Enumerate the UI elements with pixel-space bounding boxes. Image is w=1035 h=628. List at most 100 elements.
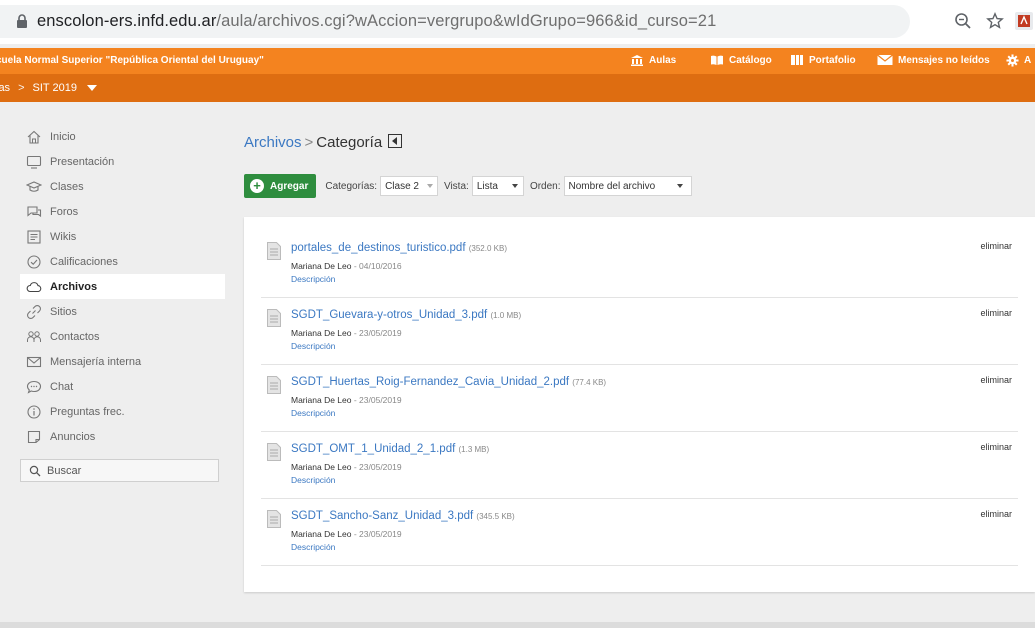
view-value: Lista	[476, 180, 498, 192]
sidebar-item-preguntas[interactable]: Preguntas frec.	[20, 399, 225, 424]
categories-label: Categorías:	[325, 180, 378, 192]
file-name: SGDT_Guevara-y-otros_Unidad_3.pdf	[291, 309, 488, 321]
nav-portafolio[interactable]: Portafolio	[790, 54, 856, 66]
file-name-link[interactable]: SGDT_Sancho-Sanz_Unidad_3.pdf (345.5 KB)	[291, 510, 515, 522]
plus-icon: +	[250, 179, 264, 193]
check-circle-icon	[27, 254, 41, 269]
delete-link[interactable]: eliminar	[980, 241, 1012, 251]
title-separator: >	[304, 134, 314, 151]
order-select[interactable]: Nombre del archivo	[563, 176, 693, 196]
order-value: Nombre del archivo	[568, 180, 656, 192]
nav-mensajes[interactable]: Mensajes no leídos	[877, 54, 990, 66]
zoom-icon[interactable]	[954, 12, 972, 30]
sidebar-item-sitios[interactable]: Sitios	[20, 299, 225, 324]
nav-catalogo[interactable]: Catálogo	[710, 54, 772, 66]
chevron-down-icon	[511, 184, 518, 188]
categories-select[interactable]: Clase 2	[380, 176, 438, 196]
sidebar-item-label: Chat	[50, 380, 74, 393]
file-row: SGDT_Guevara-y-otros_Unidad_3.pdf (1.0 M…	[261, 297, 1018, 365]
file-description-link[interactable]: Descripción	[291, 408, 335, 418]
sidebar-item-label: Presentación	[50, 155, 115, 168]
sidebar-item-label: Foros	[50, 205, 79, 218]
file-author: Mariana De Leo	[291, 462, 352, 472]
sidebar-item-label: Preguntas frec.	[50, 405, 125, 418]
file-name: SGDT_Huertas_Roig-Fernandez_Cavia_Unidad…	[291, 376, 570, 388]
graduation-cap-icon	[26, 180, 42, 192]
sidebar-item-foros[interactable]: Foros	[20, 199, 225, 224]
nav-aulas[interactable]: Aulas	[630, 54, 676, 66]
page-title: Archivos > Categoría	[244, 134, 403, 151]
sidebar-item-label: Mensajería interna	[50, 355, 142, 368]
chevron-down-icon[interactable]	[86, 85, 97, 92]
file-name-link[interactable]: SGDT_Guevara-y-otros_Unidad_3.pdf (1.0 M…	[291, 309, 521, 321]
announcement-icon	[27, 430, 41, 443]
view-select[interactable]: Lista	[471, 176, 524, 196]
file-date: - 04/10/2016	[353, 261, 402, 271]
search-icon	[29, 465, 41, 476]
back-icon[interactable]	[388, 134, 403, 148]
file-meta: Mariana De Leo - 23/05/2019	[291, 395, 402, 405]
file-meta: Mariana De Leo - 23/05/2019	[291, 462, 402, 472]
lock-icon	[17, 14, 27, 28]
file-description-link[interactable]: Descripción	[291, 274, 335, 284]
nav-account-label: A	[1024, 55, 1032, 66]
add-button[interactable]: + Agregar	[244, 174, 317, 198]
file-description-link[interactable]: Descripción	[291, 341, 335, 351]
delete-link[interactable]: eliminar	[980, 308, 1012, 318]
order-label: Orden:	[529, 180, 561, 192]
title-current: Categoría	[316, 134, 383, 151]
delete-link[interactable]: eliminar	[980, 509, 1012, 519]
file-row: SGDT_Sancho-Sanz_Unidad_3.pdf (345.5 KB)…	[261, 498, 1018, 566]
sidebar-item-label: Archivos	[50, 280, 98, 293]
sidebar-item-clases[interactable]: Clases	[20, 174, 225, 199]
delete-link[interactable]: eliminar	[980, 375, 1012, 385]
nav-mensajes-label: Mensajes no leídos	[898, 54, 990, 66]
file-row: SGDT_OMT_1_Unidad_2_1.pdf (1.3 MB) Maria…	[261, 431, 1018, 499]
search-button[interactable]: Buscar	[20, 459, 219, 482]
file-description-link[interactable]: Descripción	[291, 475, 335, 485]
nav-catalogo-label: Catálogo	[729, 54, 772, 66]
breadcrumb-root[interactable]: las	[0, 82, 10, 94]
sidebar-item-label: Sitios	[50, 305, 77, 318]
file-author: Mariana De Leo	[291, 529, 352, 539]
sidebar-item-calificaciones[interactable]: Calificaciones	[20, 249, 225, 274]
search-label: Buscar	[47, 464, 82, 477]
url-path: /aula/archivos.cgi?wAccion=vergrupo&wIdG…	[216, 12, 717, 30]
sidebar-item-contactos[interactable]: Contactos	[20, 324, 225, 349]
file-name-link[interactable]: portales_de_destinos_turistico.pdf (352.…	[291, 242, 507, 254]
file-name-link[interactable]: SGDT_OMT_1_Unidad_2_1.pdf (1.3 MB)	[291, 443, 489, 455]
contacts-icon	[27, 330, 41, 342]
chevron-down-icon	[426, 184, 433, 188]
delete-link[interactable]: eliminar	[980, 442, 1012, 452]
sidebar-item-mensajeria[interactable]: Mensajería interna	[20, 349, 225, 374]
sidebar-item-anuncios[interactable]: Anuncios	[20, 424, 225, 449]
title-archivos-link[interactable]: Archivos	[244, 134, 302, 151]
bookmark-star-icon[interactable]	[986, 12, 1004, 30]
sidebar-item-inicio[interactable]: Inicio	[20, 124, 225, 149]
file-description-link[interactable]: Descripción	[291, 542, 335, 552]
file-row: portales_de_destinos_turistico.pdf (352.…	[261, 230, 1018, 298]
sidebar-item-label: Inicio	[50, 130, 76, 143]
sidebar-item-archivos[interactable]: Archivos	[20, 274, 225, 299]
sidebar-item-chat[interactable]: Chat	[20, 374, 225, 399]
sidebar-item-label: Wikis	[50, 230, 77, 243]
files-panel: portales_de_destinos_turistico.pdf (352.…	[244, 217, 1035, 592]
breadcrumb-current[interactable]: SIT 2019	[33, 82, 77, 94]
nav-account[interactable]: A	[1006, 54, 1031, 67]
chevron-down-icon	[677, 184, 684, 188]
cloud-icon	[26, 281, 42, 292]
file-name-link[interactable]: SGDT_Huertas_Roig-Fernandez_Cavia_Unidad…	[291, 376, 606, 388]
address-bar[interactable]: enscolon-ers.infd.edu.ar/aula/archivos.c…	[0, 5, 910, 38]
nav-portafolio-label: Portafolio	[809, 54, 856, 66]
sidebar-item-presentacion[interactable]: Presentación	[20, 149, 225, 174]
book-icon	[711, 55, 723, 65]
file-name: portales_de_destinos_turistico.pdf	[291, 242, 466, 254]
extension-icon[interactable]	[1015, 12, 1033, 30]
file-author: Mariana De Leo	[291, 395, 352, 405]
sidebar-item-wikis[interactable]: Wikis	[20, 224, 225, 249]
file-author: Mariana De Leo	[291, 328, 352, 338]
add-button-label: Agregar	[270, 180, 309, 192]
wiki-page-icon	[27, 229, 41, 244]
envelope-icon	[877, 54, 893, 65]
sidebar-item-label: Clases	[50, 180, 84, 193]
